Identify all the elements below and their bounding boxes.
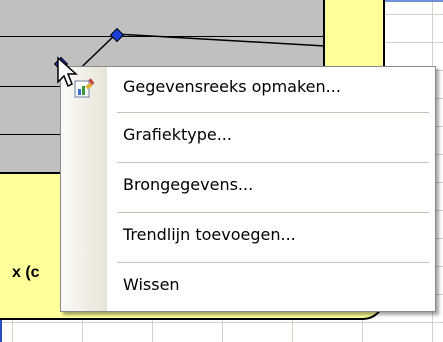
- menu-separator: [117, 112, 429, 113]
- menu-item-label: Trendlijn toevoegen...: [123, 225, 296, 244]
- menu-item-label: Wissen: [123, 275, 180, 294]
- menu-item-label: Grafiektype...: [123, 125, 232, 144]
- menu-separator: [117, 162, 429, 163]
- menu-item-add-trendline[interactable]: Trendlijn toevoegen...: [61, 215, 435, 259]
- mouse-pointer-icon: [57, 56, 78, 88]
- menu-separator: [117, 262, 429, 263]
- axis-title[interactable]: x (c: [12, 264, 40, 282]
- menu-item-source-data[interactable]: Brongegevens...: [61, 165, 435, 209]
- menu-item-chart-type[interactable]: Grafiektype...: [61, 115, 435, 159]
- menu-item-label: Gegevensreeks opmaken...: [123, 77, 341, 96]
- menu-separator: [117, 212, 429, 213]
- menu-item-label: Brongegevens...: [123, 175, 254, 194]
- context-menu: Gegevensreeks opmaken... Grafiektype... …: [60, 66, 436, 312]
- menu-item-format-data-series[interactable]: Gegevensreeks opmaken...: [61, 67, 435, 111]
- menu-item-clear[interactable]: Wissen: [61, 265, 435, 309]
